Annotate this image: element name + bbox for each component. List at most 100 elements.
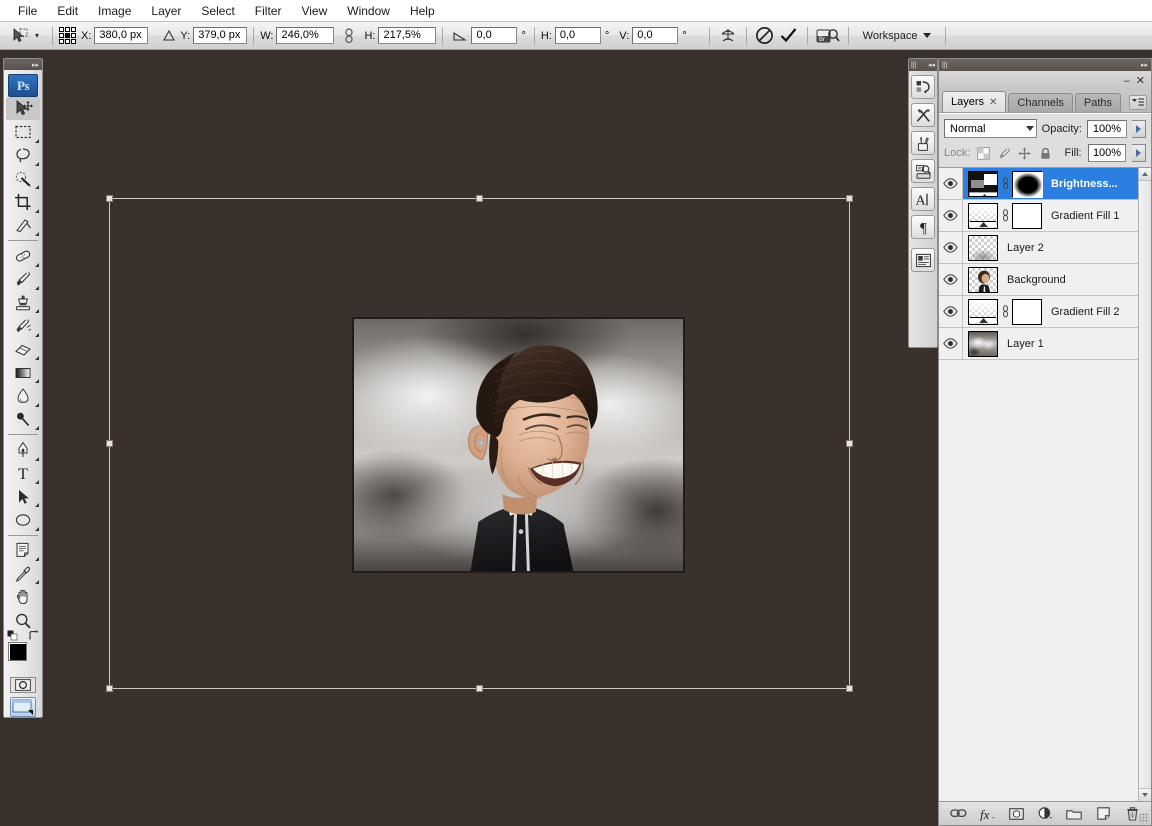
table-row[interactable]: Layer 1 xyxy=(939,328,1138,360)
warp-mode-button[interactable] xyxy=(716,25,740,47)
caricature-portrait[interactable] xyxy=(352,317,685,573)
layer-visibility-toggle[interactable] xyxy=(939,296,963,327)
workspace-switcher[interactable]: Workspace xyxy=(855,28,939,44)
transform-handle-top-left[interactable] xyxy=(106,195,113,202)
tool-presets-panel-button[interactable] xyxy=(911,103,935,127)
menu-file[interactable]: File xyxy=(8,2,47,20)
menu-select[interactable]: Select xyxy=(191,2,244,20)
layer-thumbnail[interactable] xyxy=(968,266,998,293)
tab-paths[interactable]: Paths xyxy=(1074,93,1122,112)
layer-thumbnail[interactable] xyxy=(968,202,998,229)
commit-transform-button[interactable] xyxy=(777,25,801,47)
tab-layers[interactable]: Layers ✕ xyxy=(942,91,1007,112)
relative-position-icon[interactable] xyxy=(158,25,180,47)
scroll-up-button[interactable] xyxy=(1138,168,1151,181)
tab-channels[interactable]: Channels xyxy=(1008,93,1073,112)
layer-mask-link-icon[interactable] xyxy=(1001,177,1009,190)
scroll-down-button[interactable] xyxy=(1138,788,1151,801)
pen-tool[interactable] xyxy=(6,438,40,461)
slice-tool[interactable] xyxy=(6,214,40,237)
fill-input[interactable]: 100% xyxy=(1087,144,1127,162)
blend-mode-select[interactable]: Normal xyxy=(944,119,1037,138)
layer-mask-link-icon[interactable] xyxy=(1001,305,1009,318)
layer-list-scrollbar[interactable] xyxy=(1138,168,1151,801)
layer-mask-link-icon[interactable] xyxy=(1001,209,1009,222)
layer-style-button[interactable]: fx xyxy=(978,805,996,823)
transform-handle-top-center[interactable] xyxy=(475,195,483,202)
add-layer-mask-button[interactable] xyxy=(1007,805,1025,823)
new-group-button[interactable] xyxy=(1065,805,1083,823)
x-input[interactable]: 380,0 px xyxy=(94,27,149,44)
clone-stamp-tool[interactable] xyxy=(6,291,40,314)
close-icon[interactable]: ✕ xyxy=(989,97,997,108)
quick-selection-tool[interactable] xyxy=(6,167,40,190)
dock-grip[interactable]: ||| ◂◂ xyxy=(909,59,937,71)
layer-name[interactable]: Layer 1 xyxy=(1007,338,1044,350)
swap-colors-icon[interactable] xyxy=(28,630,39,641)
menu-help[interactable]: Help xyxy=(400,2,445,20)
width-input[interactable]: 246,0% xyxy=(276,27,335,44)
reference-point-grid[interactable] xyxy=(59,27,76,44)
y-input[interactable]: 379,0 px xyxy=(193,27,248,44)
marquee-tool[interactable] xyxy=(6,120,40,143)
skew-v-input[interactable]: 0,0 xyxy=(632,27,679,44)
clone-source-panel-button[interactable] xyxy=(911,159,935,183)
new-adjustment-layer-button[interactable] xyxy=(1036,805,1054,823)
layer-visibility-toggle[interactable] xyxy=(939,232,963,263)
layer-visibility-toggle[interactable] xyxy=(939,168,963,199)
eyedropper-tool[interactable] xyxy=(6,562,40,585)
layer-mask-thumbnail[interactable] xyxy=(1012,202,1042,229)
table-row[interactable]: Gradient Fill 2 xyxy=(939,296,1138,328)
blur-tool[interactable] xyxy=(6,384,40,407)
double-chevron-right-icon[interactable]: ▸▸ xyxy=(1141,61,1148,69)
transform-handle-bottom-center[interactable] xyxy=(475,685,483,692)
brush-tool[interactable] xyxy=(6,268,40,291)
brushes-panel-button[interactable] xyxy=(911,131,935,155)
gradient-tool[interactable] xyxy=(6,361,40,384)
lock-position-button[interactable] xyxy=(1017,146,1032,161)
panel-resize-grip[interactable] xyxy=(1139,813,1149,823)
quick-mask-button[interactable] xyxy=(10,676,36,693)
panel-grip[interactable]: ||| ▸▸ xyxy=(939,59,1151,71)
eraser-tool[interactable] xyxy=(6,338,40,361)
default-colors-icon[interactable] xyxy=(7,630,18,641)
character-panel-button[interactable]: A xyxy=(911,187,935,211)
layer-thumbnail[interactable] xyxy=(968,170,998,197)
screen-mode-button[interactable] xyxy=(10,696,36,717)
shape-tool[interactable] xyxy=(6,508,40,531)
layer-thumbnail[interactable] xyxy=(968,234,998,261)
lock-all-button[interactable] xyxy=(1038,146,1053,161)
hand-tool[interactable] xyxy=(6,585,40,608)
crop-tool[interactable] xyxy=(6,190,40,213)
layer-name[interactable]: Brightness... xyxy=(1051,178,1118,190)
bridge-button[interactable]: Br xyxy=(814,25,842,47)
table-row[interactable]: Gradient Fill 1 xyxy=(939,200,1138,232)
layer-list[interactable]: Brightness... Gradient Fill 1 Layer 2 Ba… xyxy=(939,167,1151,801)
table-row[interactable]: Layer 2 xyxy=(939,232,1138,264)
layer-thumbnail[interactable] xyxy=(968,298,998,325)
foreground-color-swatch[interactable] xyxy=(8,641,27,661)
layer-name[interactable]: Background xyxy=(1007,274,1066,286)
panel-menu-button[interactable] xyxy=(1129,95,1147,110)
skew-h-input[interactable]: 0,0 xyxy=(554,27,601,44)
layer-name[interactable]: Layer 2 xyxy=(1007,242,1044,254)
paragraph-panel-button[interactable]: ¶ xyxy=(911,215,935,239)
path-selection-tool[interactable] xyxy=(6,485,40,508)
healing-brush-tool[interactable] xyxy=(6,244,40,267)
layer-name[interactable]: Gradient Fill 1 xyxy=(1051,210,1119,222)
new-layer-button[interactable] xyxy=(1094,805,1112,823)
layer-mask-thumbnail[interactable] xyxy=(1012,298,1042,325)
opacity-slider-button[interactable] xyxy=(1132,119,1146,138)
menu-image[interactable]: Image xyxy=(88,2,141,20)
minimize-button[interactable]: – xyxy=(1124,76,1130,87)
move-tool[interactable] xyxy=(6,96,40,121)
type-tool[interactable]: T xyxy=(6,462,40,485)
lock-image-pixels-button[interactable] xyxy=(997,146,1012,161)
canvas-area[interactable] xyxy=(46,52,910,826)
dodge-tool[interactable] xyxy=(6,408,40,431)
table-row[interactable]: Brightness... xyxy=(939,168,1138,200)
layer-name[interactable]: Gradient Fill 2 xyxy=(1051,306,1119,318)
height-input[interactable]: 217,5% xyxy=(378,27,437,44)
history-brush-tool[interactable] xyxy=(6,314,40,337)
menu-window[interactable]: Window xyxy=(337,2,400,20)
